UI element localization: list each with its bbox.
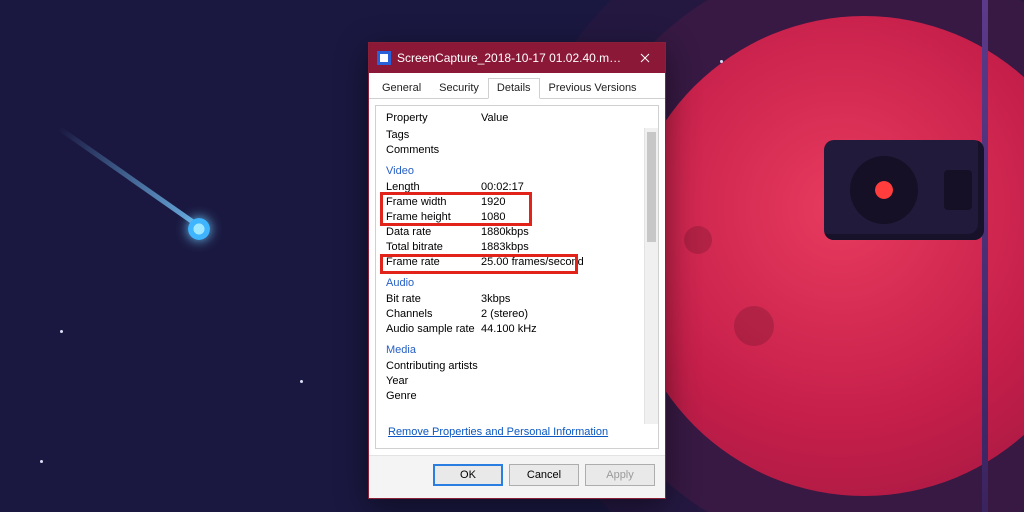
tab-security[interactable]: Security: [430, 78, 488, 99]
table-row[interactable]: Bit rate3kbps: [386, 292, 634, 307]
table-row[interactable]: Length00:02:17: [386, 180, 634, 195]
section-video: Video: [386, 158, 634, 180]
wallpaper-planet: [624, 16, 1024, 496]
header-property: Property: [386, 112, 481, 124]
tab-details[interactable]: Details: [488, 78, 540, 99]
remove-properties-link[interactable]: Remove Properties and Personal Informati…: [388, 426, 608, 438]
scrollbar[interactable]: [644, 128, 658, 424]
table-row[interactable]: Year: [386, 374, 634, 389]
window-title: ScreenCapture_2018-10-17 01.02.40.mp4 Pr…: [397, 51, 625, 65]
file-icon: [377, 51, 391, 65]
wallpaper-star: [60, 330, 63, 333]
wallpaper-star: [40, 460, 43, 463]
table-row[interactable]: Comments: [386, 143, 634, 158]
dialog-button-bar: OK Cancel Apply: [369, 455, 665, 498]
cancel-button[interactable]: Cancel: [509, 464, 579, 486]
scrollbar-thumb[interactable]: [647, 132, 656, 242]
ok-button[interactable]: OK: [433, 464, 503, 486]
wallpaper-pole: [982, 0, 988, 512]
table-row[interactable]: Data rate1880kbps: [386, 225, 634, 240]
table-row[interactable]: Audio sample rate44.100 kHz: [386, 322, 634, 337]
apply-button[interactable]: Apply: [585, 464, 655, 486]
grid-header: Property Value: [376, 106, 658, 128]
remove-properties-link-row: Remove Properties and Personal Informati…: [376, 424, 658, 448]
table-row[interactable]: Genre: [386, 389, 634, 404]
tab-general[interactable]: General: [373, 78, 430, 99]
wallpaper-star: [720, 60, 723, 63]
header-value: Value: [481, 112, 648, 124]
properties-dialog: ScreenCapture_2018-10-17 01.02.40.mp4 Pr…: [368, 42, 666, 499]
tab-previous-versions[interactable]: Previous Versions: [540, 78, 646, 99]
grid-body: Tags Comments Video Length00:02:17 Frame…: [376, 128, 658, 424]
close-icon: [640, 53, 650, 63]
wallpaper-satellite: [824, 140, 984, 240]
wallpaper-comet: [50, 80, 220, 250]
section-media: Media: [386, 337, 634, 359]
table-row[interactable]: Contributing artists: [386, 359, 634, 374]
table-row[interactable]: Channels2 (stereo): [386, 307, 634, 322]
section-audio: Audio: [386, 270, 634, 292]
details-pane: Property Value Tags Comments Video Lengt…: [375, 105, 659, 449]
close-button[interactable]: [625, 43, 665, 73]
table-row[interactable]: Frame height1080: [386, 210, 634, 225]
titlebar[interactable]: ScreenCapture_2018-10-17 01.02.40.mp4 Pr…: [369, 43, 665, 73]
wallpaper-star: [300, 380, 303, 383]
table-row[interactable]: Tags: [386, 128, 634, 143]
table-row[interactable]: Total bitrate1883kbps: [386, 240, 634, 255]
tabstrip: General Security Details Previous Versio…: [369, 73, 665, 99]
table-row[interactable]: Frame rate25.00 frames/second: [386, 255, 634, 270]
table-row[interactable]: Frame width1920: [386, 195, 634, 210]
